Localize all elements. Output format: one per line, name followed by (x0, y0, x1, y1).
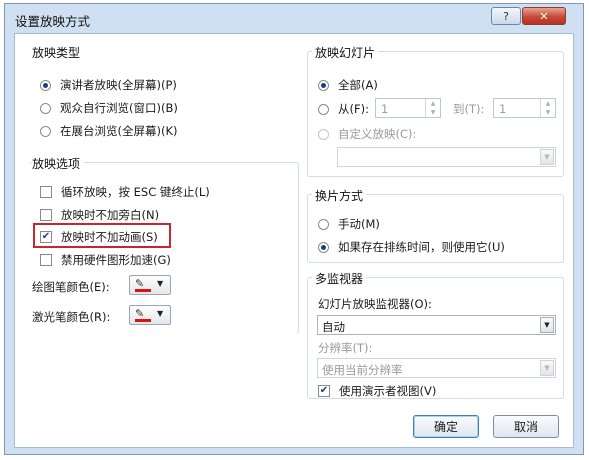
radio-audience-window[interactable]: 观众自行浏览(窗口)(B) (40, 100, 178, 116)
radio-kiosk-fullscreen[interactable]: 在展台浏览(全屏幕)(K) (40, 123, 178, 139)
monitor-value: 自动 (322, 320, 345, 334)
help-icon: ? (503, 9, 509, 23)
radio-from-slide[interactable]: 从(F): (318, 101, 369, 117)
dialog-title: 设置放映方式 (15, 14, 91, 29)
checkbox-label: 放映时不加动画(S) (61, 230, 158, 244)
laser-color-button[interactable]: ✎ ▼ (129, 305, 171, 325)
check-loop[interactable]: 循环放映，按 ESC 键终止(L) (40, 184, 210, 200)
pen-color-label: 绘图笔颜色(E): (32, 280, 110, 294)
to-label: 到(T): (453, 102, 485, 116)
color-swatch (135, 319, 151, 322)
radio-label: 演讲者放映(全屏幕)(P) (60, 78, 177, 92)
checkbox-label: 禁用硬件图形加速(G) (61, 253, 171, 267)
radio-label: 全部(A) (338, 78, 378, 92)
resolution-dropdown[interactable]: 使用当前分辨率 ▼ (317, 358, 556, 378)
check-no-narration[interactable]: 放映时不加旁白(N) (40, 207, 159, 223)
monitor-label: 幻灯片放映监视器(O): (318, 297, 432, 311)
checkbox[interactable]: ✔ (40, 231, 52, 243)
chevron-down-icon[interactable]: ▼ (540, 149, 554, 165)
chevron-down-icon[interactable]: ▼ (540, 317, 554, 333)
close-button[interactable]: ✕ (522, 7, 566, 25)
cancel-button[interactable]: 取消 (493, 415, 559, 438)
chevron-down-icon[interactable]: ▼ (540, 360, 554, 376)
check-presenter-view[interactable]: ✔ 使用演示者视图(V) (318, 383, 436, 399)
advance-title: 换片方式 (312, 187, 367, 204)
pen-color-button[interactable]: ✎ ▼ (129, 275, 171, 295)
laser-color-label: 激光笔颜色(R): (32, 310, 111, 324)
radio-manual[interactable]: 手动(M) (318, 216, 380, 232)
monitors-title: 多监视器 (312, 270, 367, 287)
to-spinner[interactable]: 1 ▲ ▼ (493, 98, 556, 118)
spin-arrows-icon[interactable]: ▲ ▼ (540, 99, 555, 117)
checkbox-label: 使用演示者视图(V) (339, 384, 437, 398)
radio-presenter-fullscreen[interactable]: 演讲者放映(全屏幕)(P) (40, 77, 177, 93)
radio-button[interactable] (318, 218, 329, 230)
ok-button[interactable]: 确定 (413, 415, 479, 438)
custom-show-dropdown[interactable]: ▼ (337, 147, 556, 167)
title-bar[interactable]: 设置放映方式 ? ✕ (5, 4, 583, 32)
show-slides-title: 放映幻灯片 (312, 44, 379, 61)
radio-label: 自定义放映(C): (338, 127, 417, 141)
show-options-title: 放映选项 (32, 155, 85, 172)
spin-arrows-icon[interactable]: ▲ ▼ (425, 99, 440, 117)
color-swatch (135, 289, 151, 292)
checkbox[interactable] (40, 209, 52, 221)
resolution-value: 使用当前分辨率 (322, 363, 403, 377)
from-value: 1 (381, 102, 389, 116)
radio-button[interactable] (40, 102, 51, 114)
radio-custom-show[interactable]: 自定义放映(C): (318, 126, 416, 142)
dialog-body: 放映类型 演讲者放映(全屏幕)(P) 观众自行浏览(窗口)(B) 在展台浏览(全… (14, 33, 574, 448)
check-no-animation[interactable]: ✔ 放映时不加动画(S) (40, 229, 158, 245)
resolution-label: 分辨率(T): (318, 341, 373, 355)
radio-button[interactable] (318, 241, 329, 253)
checkbox[interactable] (40, 254, 52, 266)
radio-label: 手动(M) (338, 217, 380, 231)
show-type-title: 放映类型 (32, 46, 81, 60)
radio-label: 从(F): (338, 102, 369, 116)
help-button[interactable]: ? (491, 7, 521, 25)
radio-label: 在展台浏览(全屏幕)(K) (60, 124, 178, 138)
radio-button[interactable] (318, 128, 329, 140)
radio-all-slides[interactable]: 全部(A) (318, 77, 378, 93)
radio-button[interactable] (318, 79, 329, 91)
chevron-down-icon: ▼ (157, 279, 164, 288)
chevron-down-icon: ▼ (157, 309, 164, 318)
radio-use-timings[interactable]: 如果存在排练时间，则使用它(U) (318, 239, 505, 255)
to-value: 1 (499, 102, 507, 116)
radio-button[interactable] (40, 79, 51, 91)
dialog-window: 设置放映方式 ? ✕ 放映类型 演讲者放映(全屏幕)(P) 观众自行浏览(窗口)… (4, 3, 584, 455)
checkbox[interactable]: ✔ (318, 385, 330, 397)
radio-button[interactable] (318, 103, 329, 115)
from-spinner[interactable]: 1 ▲ ▼ (375, 98, 441, 118)
radio-button[interactable] (40, 125, 51, 137)
check-disable-hw-accel[interactable]: 禁用硬件图形加速(G) (40, 252, 171, 268)
checkbox-label: 放映时不加旁白(N) (61, 208, 160, 222)
monitor-dropdown[interactable]: 自动 ▼ (317, 315, 556, 335)
radio-label: 观众自行浏览(窗口)(B) (60, 101, 178, 115)
close-icon: ✕ (539, 9, 549, 23)
radio-label: 如果存在排练时间，则使用它(U) (338, 240, 505, 254)
checkbox[interactable] (40, 186, 52, 198)
checkbox-label: 循环放映，按 ESC 键终止(L) (61, 185, 210, 199)
